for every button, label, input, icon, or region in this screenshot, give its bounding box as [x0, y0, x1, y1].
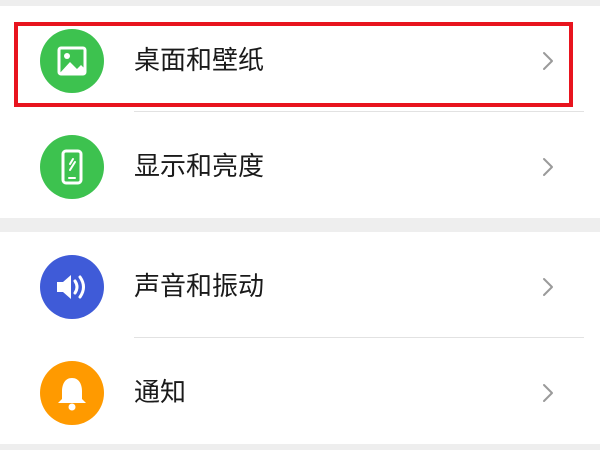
settings-item-sound-vibration[interactable]: 声音和振动 — [0, 232, 600, 338]
settings-item-desktop-wallpaper[interactable]: 桌面和壁纸 — [0, 6, 600, 112]
chevron-right-icon — [543, 158, 553, 176]
bell-icon — [40, 361, 104, 425]
chevron-right-icon — [543, 278, 553, 296]
settings-group-sound-notification: 声音和振动 通知 — [0, 232, 600, 444]
settings-item-label: 桌面和壁纸 — [134, 46, 265, 76]
settings-item-label: 声音和振动 — [134, 272, 265, 302]
settings-item-display-brightness[interactable]: 显示和亮度 — [0, 112, 600, 218]
chevron-right-icon — [543, 384, 553, 402]
image-icon — [40, 29, 104, 93]
phone-display-icon — [40, 135, 104, 199]
settings-group-display: 桌面和壁纸 显示和亮度 — [0, 6, 600, 218]
chevron-right-icon — [543, 52, 553, 70]
settings-item-label: 显示和亮度 — [134, 152, 265, 182]
settings-item-label: 通知 — [134, 378, 187, 408]
settings-item-notifications[interactable]: 通知 — [0, 338, 600, 444]
speaker-icon — [40, 255, 104, 319]
